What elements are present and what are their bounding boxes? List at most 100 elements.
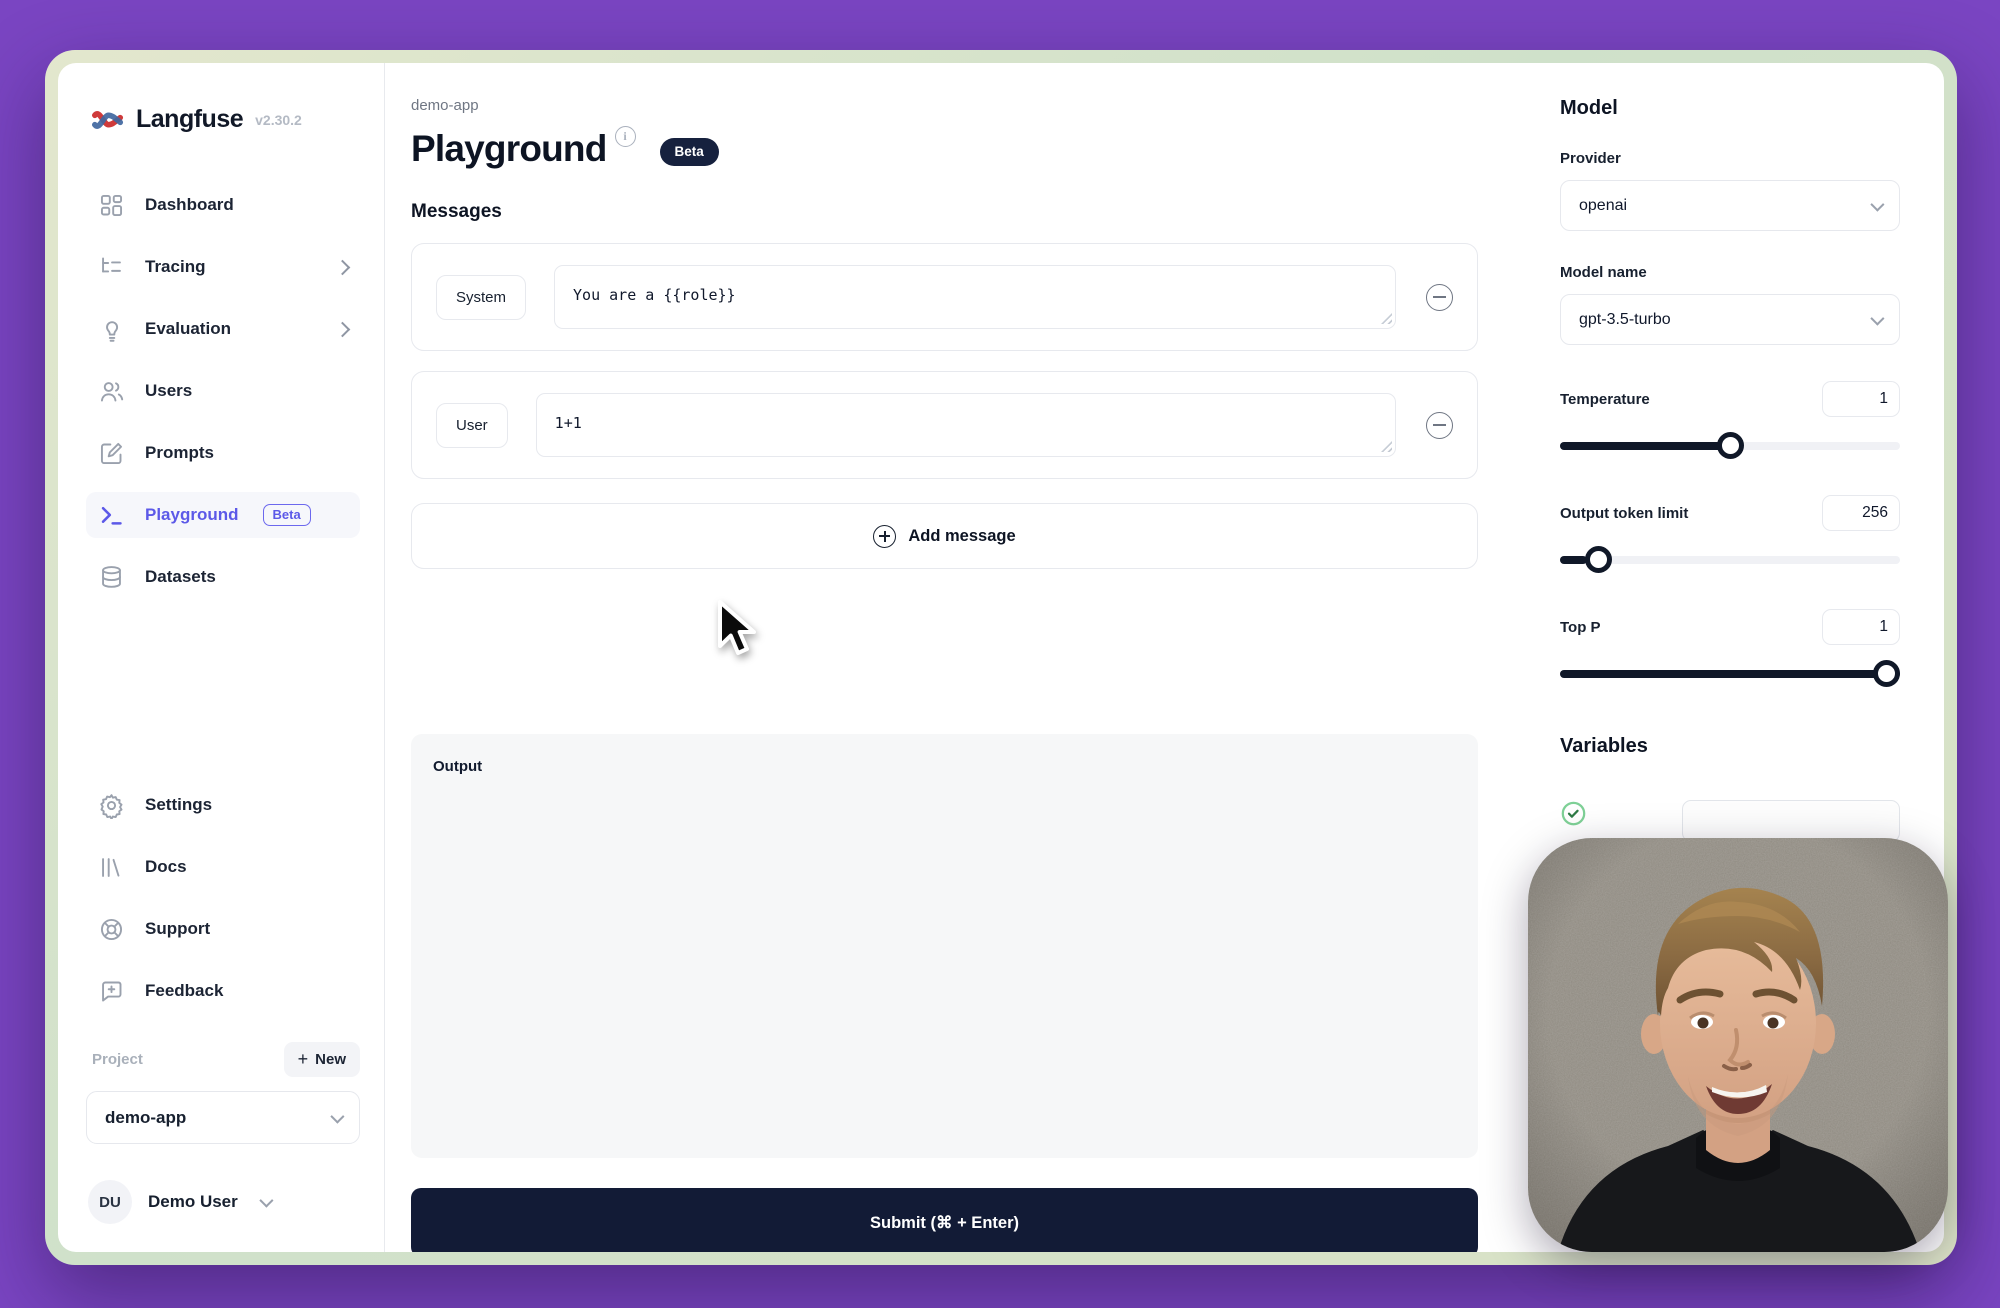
remove-message-icon[interactable] (1426, 412, 1453, 439)
project-select[interactable]: demo-app (86, 1091, 360, 1144)
provider-select-value: openai (1579, 197, 1627, 215)
system-textarea-wrap: You are a {{role}} (554, 265, 1396, 329)
model-name-label: Model name (1560, 264, 1900, 281)
sidebar-item-label: Feedback (145, 981, 223, 1001)
message-row-user: User 1+1 (411, 371, 1478, 479)
database-icon (98, 564, 125, 591)
title-row: Playground i Beta (411, 130, 1478, 167)
slider-fill (1560, 442, 1730, 450)
webcam-overlay (1528, 838, 1948, 1252)
output-panel: Output (411, 734, 1478, 1158)
output-token-limit-label: Output token limit (1560, 505, 1688, 522)
beta-badge-outline: Beta (263, 504, 311, 526)
plus-glyph: + (298, 1049, 309, 1070)
model-name-select-value: gpt-3.5-turbo (1579, 311, 1671, 329)
system-message-input[interactable]: You are a {{role}} (554, 265, 1396, 329)
terminal-icon (98, 502, 125, 529)
sidebar: Langfuse v2.30.2 Dashboard Tracing (58, 63, 385, 1252)
mouse-cursor (712, 598, 764, 662)
sidebar-item-users[interactable]: Users (86, 368, 360, 414)
sidebar-item-docs[interactable]: Docs (86, 844, 360, 890)
temperature-row: Temperature 1 (1560, 381, 1900, 417)
chevron-down-icon (259, 1194, 273, 1208)
role-chip-system[interactable]: System (436, 275, 526, 320)
output-token-limit-slider[interactable] (1560, 546, 1900, 573)
sidebar-item-label: Settings (145, 795, 212, 815)
logo-row: Langfuse v2.30.2 (86, 105, 360, 134)
model-heading: Model (1560, 97, 1900, 120)
message-row-system: System You are a {{role}} (411, 243, 1478, 351)
top-p-row: Top P 1 (1560, 609, 1900, 645)
remove-message-icon[interactable] (1426, 284, 1453, 311)
project-label: Project (92, 1051, 143, 1068)
new-project-button[interactable]: +New (284, 1042, 360, 1077)
info-icon[interactable]: i (615, 126, 636, 147)
sidebar-item-label: Evaluation (145, 319, 231, 339)
chevron-down-icon (1870, 197, 1884, 211)
prompts-icon (98, 440, 125, 467)
brand-name: Langfuse (136, 105, 243, 134)
sidebar-item-feedback[interactable]: Feedback (86, 968, 360, 1014)
output-token-limit-row: Output token limit 256 (1560, 495, 1900, 531)
add-message-button[interactable]: Add message (411, 503, 1478, 569)
presenter-video (1528, 838, 1948, 1252)
slider-thumb[interactable] (1585, 546, 1612, 573)
sidebar-item-datasets[interactable]: Datasets (86, 554, 360, 600)
sidebar-item-support[interactable]: Support (86, 906, 360, 952)
chevron-down-icon (330, 1109, 344, 1123)
variable-value-input[interactable] (1682, 800, 1900, 842)
submit-label: Submit (⌘ + Enter) (870, 1213, 1019, 1233)
variables-heading: Variables (1560, 735, 1900, 758)
library-icon (98, 854, 125, 881)
beta-badge: Beta (660, 138, 719, 166)
sidebar-item-label: Dashboard (145, 195, 234, 215)
output-token-limit-value[interactable]: 256 (1822, 495, 1900, 531)
top-p-slider[interactable] (1560, 660, 1900, 687)
temperature-value[interactable]: 1 (1822, 381, 1900, 417)
submit-button[interactable]: Submit (⌘ + Enter) (411, 1188, 1478, 1252)
lightbulb-icon (98, 316, 125, 343)
sidebar-item-settings[interactable]: Settings (86, 782, 360, 828)
slider-fill (1560, 670, 1900, 678)
sidebar-item-label: Support (145, 919, 210, 939)
temperature-label: Temperature (1560, 391, 1650, 408)
provider-label: Provider (1560, 150, 1900, 167)
variable-row (1560, 800, 1900, 842)
main-content: demo-app Playground i Beta Messages Syst… (385, 63, 1544, 1252)
chevron-right-icon (335, 321, 351, 337)
sidebar-item-dashboard[interactable]: Dashboard (86, 182, 360, 228)
slider-thumb[interactable] (1717, 432, 1744, 459)
provider-select[interactable]: openai (1560, 180, 1900, 231)
lifebuoy-icon (98, 916, 125, 943)
page-title: Playground (411, 130, 607, 167)
dashboard-icon (98, 192, 125, 219)
user-textarea-wrap: 1+1 (536, 393, 1396, 457)
project-row: Project +New (86, 1042, 360, 1077)
top-p-value[interactable]: 1 (1822, 609, 1900, 645)
desktop: { "app": { "brand": "Langfuse", "version… (0, 0, 2000, 1308)
sidebar-nav: Dashboard Tracing Evaluation (86, 182, 360, 600)
message-plus-icon (98, 978, 125, 1005)
temperature-slider[interactable] (1560, 432, 1900, 459)
breadcrumb[interactable]: demo-app (411, 97, 1478, 114)
sidebar-item-label: Datasets (145, 567, 216, 587)
tracing-icon (98, 254, 125, 281)
chevron-right-icon (335, 259, 351, 275)
sidebar-item-evaluation[interactable]: Evaluation (86, 306, 360, 352)
chevron-down-icon (1870, 311, 1884, 325)
plus-circle-icon (873, 525, 896, 548)
role-chip-user[interactable]: User (436, 403, 508, 448)
sidebar-item-label: Playground (145, 505, 239, 525)
sidebar-item-prompts[interactable]: Prompts (86, 430, 360, 476)
top-p-label: Top P (1560, 619, 1601, 636)
slider-thumb[interactable] (1873, 660, 1900, 687)
add-message-label: Add message (908, 527, 1015, 546)
sidebar-item-tracing[interactable]: Tracing (86, 244, 360, 290)
user-menu[interactable]: DU Demo User (86, 1180, 360, 1224)
sidebar-item-label: Users (145, 381, 192, 401)
model-name-select[interactable]: gpt-3.5-turbo (1560, 294, 1900, 345)
sidebar-item-playground[interactable]: Playground Beta (86, 492, 360, 538)
slider-fill (1560, 556, 1587, 564)
user-message-input[interactable]: 1+1 (536, 393, 1396, 457)
sidebar-footer-nav: Settings Docs Support (86, 782, 360, 1014)
